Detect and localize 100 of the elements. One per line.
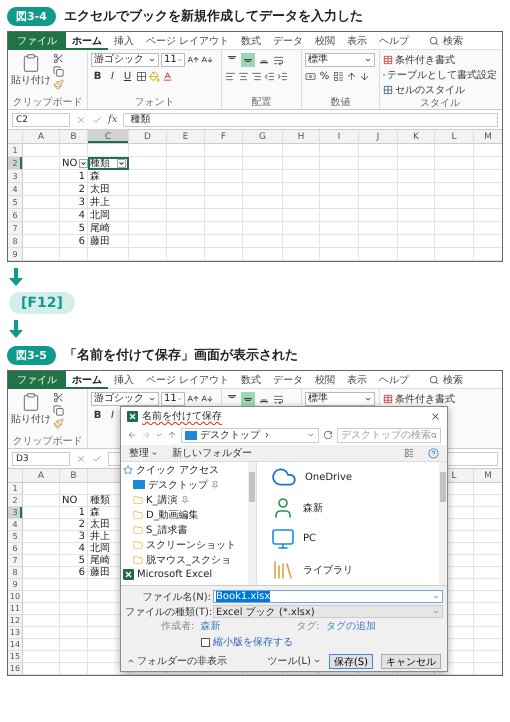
row-header[interactable]: 15	[8, 651, 23, 663]
row-header[interactable]: 9	[8, 248, 23, 261]
row-header[interactable]: 8	[8, 567, 23, 579]
column-header[interactable]: B	[60, 469, 88, 483]
column-header[interactable]: D	[129, 130, 167, 144]
column-header[interactable]: E	[167, 130, 205, 144]
organize-button[interactable]: 整理	[129, 446, 158, 460]
column-header[interactable]: B	[60, 130, 88, 144]
row-header[interactable]: 14	[8, 639, 23, 651]
format-button[interactable]: I	[106, 408, 119, 422]
location-item[interactable]: ライブラリ	[271, 554, 447, 585]
styles-menu-button[interactable]: 条件付き書式	[383, 392, 497, 406]
ribbon-tab[interactable]: 校閲	[309, 32, 342, 50]
row-header[interactable]: 6	[8, 209, 23, 222]
location-item[interactable]: PC	[271, 524, 447, 554]
formula-field[interactable]: 種類	[123, 112, 498, 126]
row-header[interactable]: 1	[8, 144, 23, 157]
search-field[interactable]: 検索	[425, 372, 468, 388]
tools-button[interactable]: ツール(L)	[267, 654, 321, 668]
row-header[interactable]: 1	[8, 483, 23, 495]
column-header[interactable]: A	[23, 469, 60, 483]
name-box[interactable]: C2	[12, 112, 70, 126]
column-header[interactable]: G	[243, 130, 283, 144]
column-header[interactable]: M	[474, 469, 502, 483]
row-header[interactable]: 5	[8, 196, 23, 209]
row-header[interactable]: 10	[8, 591, 23, 603]
search-field[interactable]: 検索	[425, 32, 468, 48]
row-header[interactable]: 4	[8, 519, 23, 531]
format-button[interactable]: B	[91, 408, 104, 422]
ribbon-tab[interactable]: データ	[267, 32, 310, 50]
row-header[interactable]: 2	[8, 495, 23, 507]
ribbon-tab[interactable]: 挿入	[108, 371, 140, 388]
column-header[interactable]: A	[23, 130, 60, 144]
save-button[interactable]: 保存(S)	[328, 654, 373, 668]
ribbon-tab[interactable]: ヘルプ	[373, 32, 416, 50]
address-field[interactable]: デスクトップ	[181, 428, 319, 442]
format-button[interactable]: U	[121, 69, 134, 83]
checkbox-label: 縮小版を保存する	[213, 636, 293, 649]
styles-menu-button[interactable]: セルのスタイル	[383, 83, 497, 97]
font-name-field[interactable]: 游ゴシック	[91, 53, 159, 67]
column-header[interactable]: J	[359, 130, 398, 144]
ribbon-tab[interactable]: ヘルプ	[373, 371, 416, 388]
column-header[interactable]: F	[205, 130, 243, 144]
number-format-field[interactable]: 標準	[305, 392, 375, 406]
column-header[interactable]: K	[398, 130, 435, 144]
percent-button[interactable]: %	[318, 69, 331, 83]
file-type-dropdown[interactable]: Excel ブック (*.xlsx)	[213, 605, 443, 618]
row-header[interactable]: 2	[8, 157, 23, 170]
hide-folders-button[interactable]: フォルダーの非表示	[127, 654, 227, 668]
file-name-field[interactable]: Book1.xlsx	[213, 590, 443, 603]
ribbon-tab[interactable]: ページ レイアウト	[140, 32, 236, 50]
location-item[interactable]: 森新	[271, 492, 447, 524]
ribbon-tab[interactable]: 表示	[341, 32, 374, 50]
column-header[interactable]: M	[474, 130, 502, 144]
number-format-field[interactable]: 標準	[305, 53, 375, 67]
row-header[interactable]: 9	[8, 579, 23, 591]
tree-item[interactable]: クイック アクセス	[121, 462, 256, 477]
ribbon-tab[interactable]: 表示	[341, 371, 374, 388]
cancel-button[interactable]: キャンセル	[381, 654, 441, 668]
column-header[interactable]: C	[88, 130, 129, 144]
ribbon-tab[interactable]: 数式	[235, 371, 268, 388]
row-header[interactable]: 3	[8, 170, 23, 183]
row-header[interactable]: 7	[8, 555, 23, 567]
row-header[interactable]: 3	[8, 507, 23, 519]
styles-menu-button[interactable]: テーブルとして書式設定	[383, 68, 497, 82]
author-link[interactable]: 森新	[200, 619, 220, 633]
function-label[interactable]: fx	[108, 114, 118, 125]
ribbon-tab[interactable]: ホーム	[66, 32, 108, 50]
file-tab[interactable]: ファイル	[8, 371, 66, 388]
ribbon-tab[interactable]: データ	[267, 371, 310, 388]
font-size-field[interactable]: 11	[161, 53, 185, 67]
row-header[interactable]: 11	[8, 603, 23, 615]
column-header[interactable]: I	[320, 130, 359, 144]
row-header[interactable]: 12	[8, 615, 23, 627]
paste-button[interactable]: 貼り付け	[11, 53, 51, 96]
row-header[interactable]: 5	[8, 531, 23, 543]
font-size-field[interactable]: 11	[161, 392, 185, 406]
ribbon-tab[interactable]: 数式	[235, 32, 268, 50]
format-button[interactable]: B	[91, 69, 104, 83]
ribbon-tab[interactable]: 挿入	[108, 32, 140, 50]
ribbon-tab[interactable]: ページ レイアウト	[140, 371, 236, 388]
row-header[interactable]: 7	[8, 222, 23, 235]
file-tab[interactable]: ファイル	[8, 32, 66, 50]
row-header[interactable]: 13	[8, 627, 23, 639]
tree-item[interactable]: デスクトップ	[121, 477, 256, 492]
tags-link[interactable]: タグの追加	[326, 619, 376, 633]
row-header[interactable]: 16	[8, 663, 23, 675]
styles-menu-button[interactable]: 条件付き書式	[383, 53, 497, 67]
row-header[interactable]: 4	[8, 183, 23, 196]
paste-button[interactable]: 貼り付け	[11, 392, 51, 435]
font-name-field[interactable]: 游ゴシック	[91, 392, 159, 406]
ribbon-tab[interactable]: ホーム	[66, 371, 108, 388]
row-header[interactable]: 8	[8, 235, 23, 248]
new-folder-button[interactable]: 新しいフォルダー	[172, 446, 252, 460]
column-header[interactable]: H	[283, 130, 320, 144]
name-box[interactable]: D3	[12, 452, 70, 466]
column-header[interactable]: L	[435, 130, 474, 144]
format-button[interactable]: I	[106, 69, 119, 83]
ribbon-tab[interactable]: 校閲	[309, 371, 342, 388]
row-header[interactable]: 6	[8, 543, 23, 555]
